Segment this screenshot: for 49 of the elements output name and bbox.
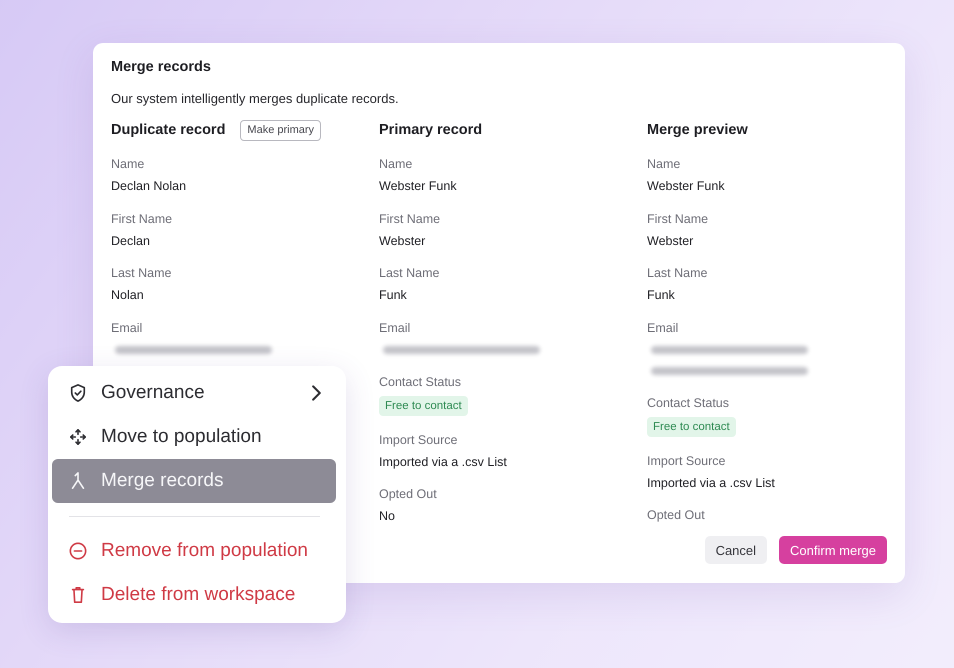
dialog-title: Merge records xyxy=(111,58,212,77)
field-label: Opted Out xyxy=(379,486,438,503)
confirm-button[interactable]: Confirm merge xyxy=(779,536,887,564)
menu-item[interactable]: Governance xyxy=(52,371,336,415)
field-label: Name xyxy=(379,156,414,173)
field-value: Webster Funk xyxy=(379,178,458,195)
menu-item[interactable]: Delete from workspace xyxy=(52,573,336,617)
column-heading: Primary record xyxy=(379,121,482,140)
field-label: Import Source xyxy=(379,432,459,448)
field-value: Nolan xyxy=(111,287,145,304)
field-value: Webster xyxy=(379,232,426,250)
field-label: First Name xyxy=(111,210,174,228)
field-value: No xyxy=(379,508,396,522)
field-value: Webster Funk xyxy=(647,178,726,195)
field-label: Opted Out xyxy=(647,507,706,522)
move-arrows-icon xyxy=(69,428,87,446)
shield-check-icon xyxy=(69,384,87,402)
dialog-description: Our system intelligently merges duplicate records. xyxy=(111,90,400,108)
trash-icon xyxy=(69,586,87,604)
field-label: Name xyxy=(111,156,146,173)
merge-icon xyxy=(69,472,87,490)
column-heading: Duplicate record xyxy=(111,121,226,140)
menu-item[interactable]: Move to population xyxy=(52,415,336,459)
minus-circle-icon xyxy=(69,542,87,560)
field-value: Declan xyxy=(111,232,151,250)
field-label: Email xyxy=(379,320,412,336)
status-badge: Free to contact xyxy=(379,396,468,416)
field-label: First Name xyxy=(647,210,710,228)
field-label: Last Name xyxy=(379,265,440,282)
field-value: Funk xyxy=(379,287,408,304)
field-label: Email xyxy=(647,320,680,336)
field-label: Last Name xyxy=(647,265,708,282)
field-value: Imported via a .csv List xyxy=(647,474,776,492)
menu-item[interactable]: Remove from population xyxy=(52,529,336,573)
field-label: Contact Status xyxy=(647,395,730,412)
field-value: Funk xyxy=(647,287,676,304)
field-value: Declan Nolan xyxy=(111,178,188,195)
field-label: Name xyxy=(647,156,682,173)
cancel-button[interactable]: Cancel xyxy=(704,536,768,564)
field-value: Imported via a .csv List xyxy=(379,454,508,470)
status-badge: Free to contact xyxy=(647,417,736,437)
make-primary-button[interactable]: Make primary xyxy=(240,120,322,140)
field-label: First Name xyxy=(379,210,442,228)
field-label: Contact Status xyxy=(379,374,462,391)
field-label: Email xyxy=(111,320,144,336)
field-label: Import Source xyxy=(647,452,727,470)
column-heading: Merge preview xyxy=(647,121,748,140)
field-value: Webster xyxy=(647,232,694,250)
field-label: Last Name xyxy=(111,265,172,282)
